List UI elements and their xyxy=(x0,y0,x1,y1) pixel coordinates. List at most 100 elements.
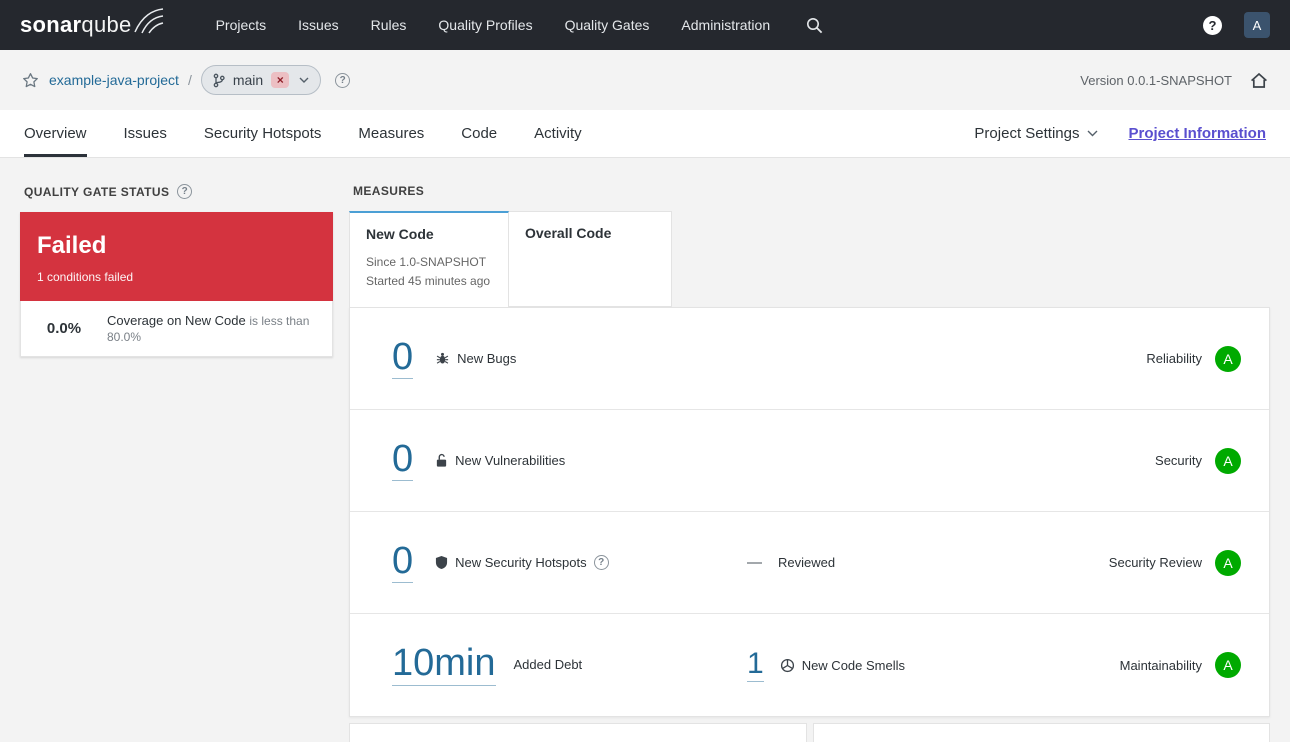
tab-measures[interactable]: Measures xyxy=(358,110,424,157)
reviewed-label: Reviewed xyxy=(778,555,836,570)
condition-measure: Coverage on New Code xyxy=(107,312,246,328)
quality-gate-failed-conditions: 1 conditions failed xyxy=(37,270,134,285)
bottom-card-left xyxy=(349,723,807,742)
version-label: Version 0.0.1-SNAPSHOT xyxy=(1080,72,1232,88)
condition-value: 0.0% xyxy=(46,320,82,338)
quality-gate-status-banner: Failed 1 conditions failed xyxy=(20,212,333,302)
security-review-label: Security Review xyxy=(1108,555,1202,570)
project-tabs: Overview Issues Security Hotspots Measur… xyxy=(24,110,582,157)
quality-gate-condition-row[interactable]: 0.0% Coverage on New Code is less than 8… xyxy=(20,301,333,358)
new-code-smells-value-link[interactable]: 1 xyxy=(747,648,764,682)
reliability-label: Reliability xyxy=(1146,351,1202,366)
branch-help-icon[interactable]: ? xyxy=(335,72,351,88)
nav-item-projects[interactable]: Projects xyxy=(216,17,267,33)
security-rating-badge[interactable]: A xyxy=(1215,447,1241,474)
added-debt-label: Added Debt xyxy=(513,657,583,673)
branch-selector[interactable]: main × xyxy=(200,65,322,95)
breadcrumb-bar: example-java-project / main × ? Version … xyxy=(0,50,1290,110)
tab-issues[interactable]: Issues xyxy=(124,110,167,157)
help-icon[interactable]: ? xyxy=(1203,15,1222,35)
nav-item-quality-gates[interactable]: Quality Gates xyxy=(565,17,650,33)
project-settings-menu[interactable]: Project Settings xyxy=(974,125,1098,142)
main-nav: Projects Issues Rules Quality Profiles Q… xyxy=(216,17,771,33)
quality-gate-status: Failed xyxy=(37,232,107,259)
reliability-rating-badge[interactable]: A xyxy=(1215,345,1241,372)
measure-row-security-hotspots: 0 New Security Hotspots ? — Reviewed Sec… xyxy=(350,512,1269,614)
logo-text: sonarqube xyxy=(20,10,132,40)
tab-code[interactable]: Code xyxy=(461,110,497,157)
branch-icon xyxy=(213,73,225,88)
overview-content: QUALITY GATE STATUS ? Failed 1 condition… xyxy=(0,158,1290,742)
measures-tab-overall-code[interactable]: Overall Code xyxy=(509,211,672,307)
measures-period-tabs: New Code Since 1.0-SNAPSHOT Started 45 m… xyxy=(349,211,1270,307)
branch-name: main xyxy=(232,72,264,88)
maintainability-label: Maintainability xyxy=(1119,657,1202,673)
sonarqube-logo[interactable]: sonarqube xyxy=(20,8,164,40)
new-security-hotspots-value-link[interactable]: 0 xyxy=(392,541,414,584)
security-label: Security xyxy=(1155,453,1202,468)
logo-text-sonar: sonar xyxy=(20,12,82,37)
shield-icon xyxy=(435,555,448,570)
measures-section-header: MEASURES xyxy=(349,184,1270,198)
nav-item-administration[interactable]: Administration xyxy=(681,17,770,33)
logo-swoosh-icon xyxy=(133,8,164,34)
code-smell-icon xyxy=(780,658,795,673)
project-settings-label: Project Settings xyxy=(974,125,1080,142)
open-lock-icon xyxy=(435,453,448,468)
favorite-star-icon[interactable] xyxy=(22,72,39,89)
tab-activity[interactable]: Activity xyxy=(534,110,582,157)
overall-code-tab-label: Overall Code xyxy=(525,225,612,241)
breadcrumb-project-link[interactable]: example-java-project xyxy=(49,72,179,88)
new-vulnerabilities-label: New Vulnerabilities xyxy=(455,452,566,468)
new-code-started: Started 45 minutes ago xyxy=(366,274,491,288)
nav-item-quality-profiles[interactable]: Quality Profiles xyxy=(438,17,532,33)
breadcrumb-separator: / xyxy=(187,72,192,88)
chevron-down-icon xyxy=(299,77,309,83)
measure-row-maintainability: 10min Added Debt 1 New Code Smells Maint… xyxy=(350,614,1269,716)
new-bugs-label: New Bugs xyxy=(457,350,517,366)
project-tab-bar: Overview Issues Security Hotspots Measur… xyxy=(0,110,1290,158)
new-code-tab-label: New Code xyxy=(366,226,434,242)
reviewed-value: — xyxy=(747,554,762,571)
measures-title: MEASURES xyxy=(353,184,425,198)
new-code-tab-subtitle: Since 1.0-SNAPSHOT Started 45 minutes ag… xyxy=(366,253,492,291)
condition-text: Coverage on New Code is less than 80.0% xyxy=(107,313,318,345)
next-measure-section xyxy=(349,723,1270,742)
home-icon[interactable] xyxy=(1250,72,1268,89)
tab-security-hotspots[interactable]: Security Hotspots xyxy=(204,110,322,157)
security-review-rating-badge[interactable]: A xyxy=(1215,549,1241,576)
nav-item-rules[interactable]: Rules xyxy=(371,17,407,33)
search-icon[interactable] xyxy=(806,17,823,34)
bottom-card-right xyxy=(812,723,1270,742)
added-debt-value-link[interactable]: 10min xyxy=(392,643,496,686)
tab-bar-right-group: Project Settings Project Information xyxy=(974,125,1266,142)
new-bugs-value-link[interactable]: 0 xyxy=(392,337,414,380)
quality-gate-title: QUALITY GATE STATUS xyxy=(24,184,170,199)
topnav-right-group: ? A xyxy=(1203,12,1270,38)
nav-item-issues[interactable]: Issues xyxy=(298,17,338,33)
measures-card: 0 New Bugs Reliability A 0 New Vulnerabi… xyxy=(349,307,1270,717)
breadcrumb-right-group: Version 0.0.1-SNAPSHOT xyxy=(1080,72,1268,89)
measure-row-bugs: 0 New Bugs Reliability A xyxy=(350,308,1269,410)
quality-gate-panel: QUALITY GATE STATUS ? Failed 1 condition… xyxy=(20,184,333,742)
measures-panel: MEASURES New Code Since 1.0-SNAPSHOT Sta… xyxy=(349,184,1270,742)
new-code-smells-label: New Code Smells xyxy=(801,657,906,673)
tab-overview[interactable]: Overview xyxy=(24,110,87,157)
security-hotspots-help-icon[interactable]: ? xyxy=(593,554,609,570)
new-security-hotspots-label: New Security Hotspots xyxy=(455,554,587,570)
project-information-link[interactable]: Project Information xyxy=(1128,125,1266,142)
quality-gate-help-icon[interactable]: ? xyxy=(177,184,193,199)
new-vulnerabilities-value-link[interactable]: 0 xyxy=(392,439,414,482)
chevron-down-icon xyxy=(1087,130,1098,137)
quality-gate-card: Failed 1 conditions failed 0.0% Coverage… xyxy=(20,212,333,358)
measure-row-vulnerabilities: 0 New Vulnerabilities Security A xyxy=(350,410,1269,512)
top-navigation-bar: sonarqube Projects Issues Rules Quality … xyxy=(0,0,1290,50)
user-avatar[interactable]: A xyxy=(1244,12,1270,38)
maintainability-rating-badge[interactable]: A xyxy=(1215,652,1241,678)
bug-icon xyxy=(435,351,450,366)
new-code-since: Since 1.0-SNAPSHOT xyxy=(366,255,487,269)
branch-quality-gate-badge: × xyxy=(271,72,290,88)
measures-tab-new-code[interactable]: New Code Since 1.0-SNAPSHOT Started 45 m… xyxy=(349,211,509,307)
logo-text-qube: qube xyxy=(81,12,132,37)
quality-gate-section-header: QUALITY GATE STATUS ? xyxy=(20,184,333,199)
